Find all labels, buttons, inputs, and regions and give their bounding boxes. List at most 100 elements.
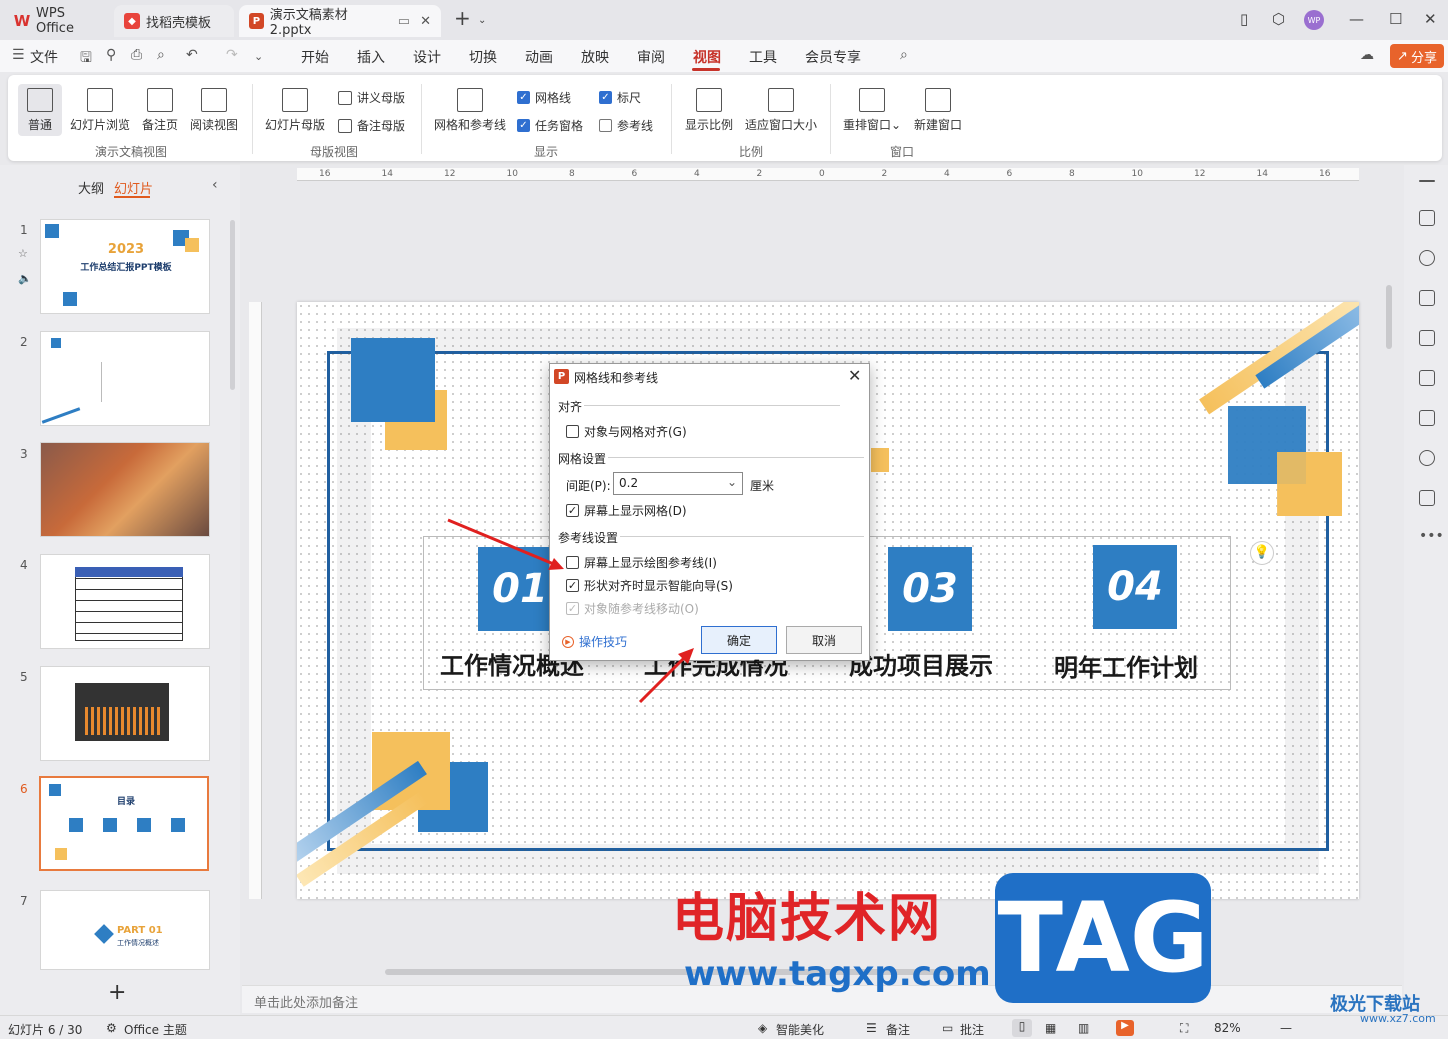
adjust-icon[interactable] — [1419, 210, 1435, 226]
panel-scrollbar[interactable] — [230, 220, 235, 390]
save-icon[interactable]: 🖫 — [80, 47, 92, 71]
star-icon[interactable]: ☆ — [18, 247, 28, 260]
slide-master-button[interactable]: 幻灯片母版 — [262, 88, 328, 133]
theme-name[interactable]: Office 主题 — [124, 1021, 187, 1038]
vertical-scrollbar[interactable] — [1386, 285, 1392, 349]
ok-button[interactable]: 确定 — [701, 626, 777, 654]
close-window-icon[interactable]: ✕ — [1424, 10, 1437, 28]
file-menu[interactable]: 文件 — [30, 47, 58, 67]
menu-insert[interactable]: 插入 — [357, 47, 385, 67]
magic-icon[interactable] — [1419, 370, 1435, 386]
layout-icon[interactable]: ▯ — [1240, 10, 1248, 28]
close-icon[interactable]: ✕ — [848, 366, 861, 385]
item-label-03[interactable]: 成功项目展示 — [849, 646, 993, 681]
menu-transition[interactable]: 切换 — [469, 47, 497, 67]
collapse-panel-icon[interactable]: ‹ — [212, 177, 218, 193]
slide-thumbnail-7[interactable]: PART 01 工作情况概述 — [40, 890, 210, 970]
add-slide-icon[interactable]: + — [108, 980, 126, 1005]
slide-thumbnail-1[interactable]: 2023 工作总结汇报PPT模板 — [40, 219, 210, 314]
print-icon[interactable]: ⎙ — [131, 47, 142, 63]
cloud-icon[interactable]: ☁ — [1360, 47, 1374, 63]
zoom-level[interactable]: 82% — [1214, 1021, 1241, 1035]
slide-thumbnail-2[interactable] — [40, 331, 210, 426]
normal-view-icon[interactable]: ▯ — [1012, 1019, 1032, 1037]
chevron-down-icon[interactable]: ⌄ — [478, 15, 486, 26]
help-icon[interactable] — [1419, 450, 1435, 466]
horizontal-ruler[interactable]: 16 14 12 10 8 6 4 2 0 2 4 6 8 10 12 14 16 — [297, 168, 1359, 181]
paint-icon[interactable] — [1419, 330, 1435, 346]
tab-slides[interactable]: 幻灯片 — [114, 178, 153, 197]
menu-home[interactable]: 开始 — [301, 47, 329, 67]
smart-guides-checkbox[interactable]: ✓ 形状对齐时显示智能向导(S) — [566, 577, 733, 594]
minimize-pane-icon[interactable] — [1419, 180, 1435, 182]
redo-icon[interactable]: ↷ — [226, 47, 238, 63]
share-link-icon[interactable]: ⚲ — [106, 47, 116, 63]
arrange-window-button[interactable]: 重排窗口⌄ — [840, 88, 904, 133]
menu-tools[interactable]: 工具 — [749, 47, 777, 67]
maximize-icon[interactable]: ☐ — [1389, 10, 1402, 28]
vertical-ruler[interactable] — [249, 302, 262, 899]
tab-wps-office[interactable]: W WPS Office — [4, 5, 109, 37]
undo-icon[interactable]: ↶ — [186, 47, 198, 63]
guides-checkbox[interactable]: 参考线 — [599, 117, 653, 134]
zoom-ratio-button[interactable]: 显示比例 — [680, 88, 738, 133]
hamburger-icon[interactable]: ☰ — [12, 47, 25, 63]
task-pane-checkbox[interactable]: ✓ 任务窗格 — [517, 117, 583, 134]
shape-icon[interactable] — [1419, 490, 1435, 506]
fit-icon[interactable]: ⛶ — [1180, 1021, 1188, 1036]
reading-view-icon[interactable]: ▥ — [1078, 1021, 1089, 1035]
item-number-04[interactable]: 04 — [1093, 545, 1177, 629]
star-icon[interactable] — [1419, 250, 1435, 266]
sorter-view-icon[interactable]: ▦ — [1045, 1021, 1056, 1035]
notes-page-button[interactable]: 备注页 — [138, 88, 182, 133]
tab-presentation[interactable]: P 演示文稿素材2.pptx ▭ ✕ — [239, 5, 441, 38]
window-icon[interactable]: ▭ — [398, 14, 410, 29]
reading-view-button[interactable]: 阅读视图 — [186, 88, 242, 133]
slide-thumbnail-5[interactable] — [40, 666, 210, 761]
zoom-out-icon[interactable]: — — [1280, 1021, 1292, 1035]
item-number-03[interactable]: 03 — [888, 547, 972, 631]
slide-thumbnail-3[interactable] — [40, 442, 210, 537]
cube-icon[interactable]: ⬡ — [1272, 10, 1285, 28]
slide-thumbnail-4[interactable] — [40, 554, 210, 649]
more-icon[interactable]: ••• — [1419, 528, 1444, 544]
grid-guides-button[interactable]: 网格和参考线 — [430, 88, 510, 133]
menu-view[interactable]: 视图 — [693, 47, 721, 67]
spacing-select[interactable]: 0.2 ⌄ — [613, 472, 743, 495]
minimize-icon[interactable]: — — [1349, 10, 1364, 28]
menu-member[interactable]: 会员专享 — [805, 47, 861, 67]
new-window-button[interactable]: 新建窗口 — [910, 88, 966, 133]
slide-sorter-button[interactable]: 幻灯片浏览 — [66, 88, 134, 133]
menu-slideshow[interactable]: 放映 — [581, 47, 609, 67]
fit-window-button[interactable]: 适应窗口大小 — [742, 88, 820, 133]
tab-outline[interactable]: 大纲 — [78, 178, 104, 197]
more-chevron-icon[interactable]: ⌄ — [254, 50, 263, 63]
menu-design[interactable]: 设计 — [413, 47, 441, 67]
share-button[interactable]: ↗ 分享 — [1390, 44, 1444, 68]
play-icon[interactable]: ▶ — [1116, 1020, 1134, 1036]
snap-to-grid-checkbox[interactable]: 对象与网格对齐(G) — [566, 423, 687, 440]
menu-animation[interactable]: 动画 — [525, 47, 553, 67]
sound-icon[interactable]: 🔈 — [18, 272, 32, 285]
avatar[interactable]: WP — [1304, 10, 1324, 30]
gridlines-checkbox[interactable]: ✓ 网格线 — [517, 89, 571, 106]
notes-button[interactable]: 备注 — [886, 1021, 910, 1038]
preview-icon[interactable]: ⌕ — [157, 47, 165, 63]
search-icon[interactable]: ⌕ — [900, 47, 908, 63]
copy-icon[interactable] — [1419, 290, 1435, 306]
ruler-checkbox[interactable]: ✓ 标尺 — [599, 89, 641, 106]
notes-master-button[interactable]: 备注母版 — [338, 117, 405, 134]
slide-thumbnail-6[interactable]: 目录 — [39, 776, 209, 871]
normal-view-button[interactable]: 普通 — [18, 88, 62, 133]
handout-master-button[interactable]: 讲义母版 — [338, 89, 405, 106]
item-label-04[interactable]: 明年工作计划 — [1054, 648, 1198, 683]
lightbulb-icon[interactable]: 💡 — [1250, 541, 1274, 565]
book-icon[interactable] — [1419, 410, 1435, 426]
menu-review[interactable]: 审阅 — [637, 47, 665, 67]
smart-beautify-button[interactable]: 智能美化 — [776, 1021, 824, 1038]
close-tab-icon[interactable]: ✕ — [420, 14, 431, 29]
cancel-button[interactable]: 取消 — [786, 626, 862, 654]
new-tab-icon[interactable]: + — [454, 6, 471, 30]
tab-docer[interactable]: ◆ 找稻壳模板 — [114, 5, 234, 37]
comments-button[interactable]: 批注 — [960, 1021, 984, 1038]
